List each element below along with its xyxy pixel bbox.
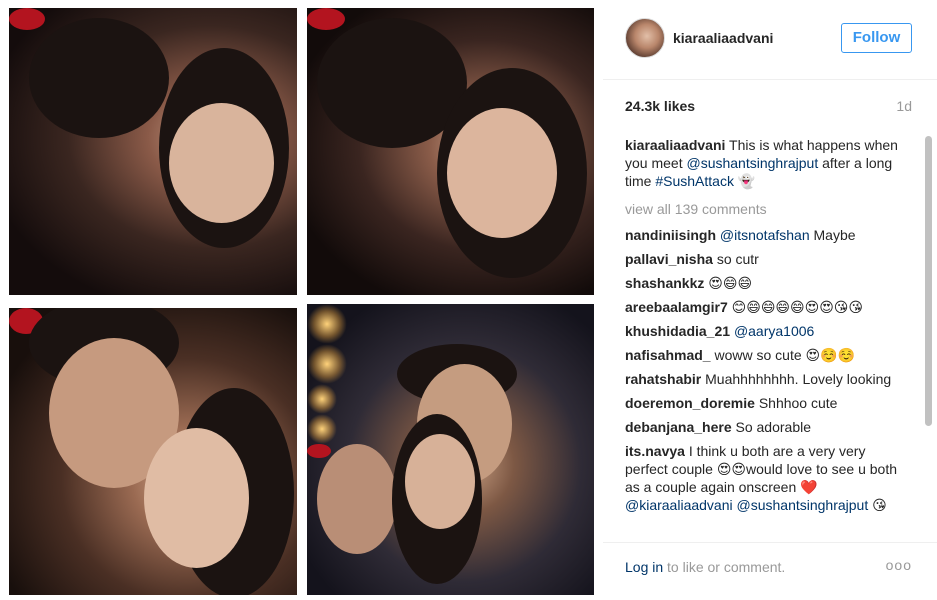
comment-item: its.navya I think u both are a very very… bbox=[625, 442, 901, 514]
photo-top-right bbox=[307, 8, 594, 295]
comment-item: khushidadia_21 @aarya1006 bbox=[625, 322, 901, 340]
comment-item: pallavi_nisha so cutr bbox=[625, 250, 901, 268]
photo-bottom-right bbox=[307, 304, 594, 595]
kiss-emoji-icon: 😘 bbox=[872, 497, 887, 513]
lips-shape bbox=[9, 8, 45, 30]
comments-list[interactable]: kiaraaliaadvani This is what happens whe… bbox=[625, 136, 901, 534]
comment-mention-link[interactable]: @kiaraaliaadvani bbox=[625, 497, 733, 513]
comment-mention-link[interactable]: @itsnotafshan bbox=[720, 227, 810, 243]
face-shape bbox=[405, 434, 475, 529]
comments-scrollbar[interactable] bbox=[925, 136, 932, 534]
username-link[interactable]: kiaraaliaadvani bbox=[673, 30, 773, 46]
caption-hashtag-link[interactable]: #SushAttack bbox=[655, 173, 734, 189]
comment-text: Maybe bbox=[813, 227, 856, 243]
comment-username[interactable]: doeremon_doremie bbox=[625, 395, 755, 411]
ghost-icon: 👻 bbox=[737, 173, 756, 189]
comment-username[interactable]: shashankkz bbox=[625, 275, 704, 291]
comment-text: 😊😄😄😄😄😍😍😘😘 bbox=[731, 299, 863, 315]
caption-mention-link[interactable]: @sushantsinghrajput bbox=[686, 155, 818, 171]
post-header: kiaraaliaadvani Follow bbox=[603, 0, 937, 80]
comment-item: shashankkz 😍😄😄 bbox=[625, 274, 901, 292]
post-time[interactable]: 1d bbox=[896, 98, 912, 114]
hair-shape bbox=[29, 18, 169, 138]
caption-username[interactable]: kiaraaliaadvani bbox=[625, 137, 725, 153]
comment-username[interactable]: nandiniisingh bbox=[625, 227, 716, 243]
face-shape bbox=[317, 444, 397, 554]
likes-count[interactable]: 24.3k likes bbox=[625, 98, 695, 114]
light-shape bbox=[307, 304, 347, 344]
comment-text: so cutr bbox=[716, 251, 759, 267]
lips-shape bbox=[307, 444, 331, 458]
comment-text: woww so cute 😍☺️☺️ bbox=[714, 347, 855, 363]
login-link[interactable]: Log in bbox=[625, 559, 663, 575]
comment-item: nafisahmad_ woww so cute 😍☺️☺️ bbox=[625, 346, 901, 364]
comment-item: nandiniisingh @itsnotafshan Maybe bbox=[625, 226, 901, 244]
comment-username[interactable]: pallavi_nisha bbox=[625, 251, 713, 267]
photo-top-left bbox=[9, 8, 297, 295]
face-shape bbox=[144, 428, 249, 568]
comment-item: rahatshabir Muahhhhhhhh. Lovely looking bbox=[625, 370, 901, 388]
light-shape bbox=[307, 414, 337, 444]
login-prompt: Log in to like or comment. bbox=[625, 559, 785, 575]
comment-mention-link[interactable]: @sushantsinghrajput bbox=[737, 497, 869, 513]
comment-text: So adorable bbox=[735, 419, 812, 435]
comment-text: Shhhoo cute bbox=[758, 395, 838, 411]
comment-username[interactable]: khushidadia_21 bbox=[625, 323, 730, 339]
view-all-comments-link[interactable]: view all 139 comments bbox=[625, 200, 901, 218]
lips-shape bbox=[307, 8, 345, 30]
comment-username[interactable]: its.navya bbox=[625, 443, 685, 459]
comment-item: areebaalamgir7 😊😄😄😄😄😍😍😘😘 bbox=[625, 298, 901, 316]
face-shape bbox=[169, 103, 274, 223]
comment-username[interactable]: rahatshabir bbox=[625, 371, 701, 387]
post-photo-collage[interactable] bbox=[0, 0, 603, 600]
comment-item: debanjana_here So adorable bbox=[625, 418, 901, 436]
comment-text: Muahhhhhhhh. Lovely looking bbox=[705, 371, 892, 387]
comment-username[interactable]: debanjana_here bbox=[625, 419, 732, 435]
post-details-panel: kiaraaliaadvani Follow 24.3k likes 1d ki… bbox=[603, 0, 937, 600]
comment-username[interactable]: areebaalamgir7 bbox=[625, 299, 728, 315]
login-prompt-text: to like or comment. bbox=[663, 559, 786, 575]
light-shape bbox=[307, 384, 337, 414]
avatar[interactable] bbox=[625, 18, 665, 58]
comment-item: doeremon_doremie Shhhoo cute bbox=[625, 394, 901, 412]
photo-bottom-left bbox=[9, 308, 297, 595]
light-shape bbox=[307, 344, 347, 384]
comment-text: 😍😄😄 bbox=[708, 275, 753, 291]
face-shape bbox=[447, 108, 557, 238]
caption: kiaraaliaadvani This is what happens whe… bbox=[625, 136, 901, 190]
follow-button[interactable]: Follow bbox=[841, 23, 912, 53]
comment-username[interactable]: nafisahmad_ bbox=[625, 347, 711, 363]
comment-mention-link[interactable]: @aarya1006 bbox=[734, 323, 814, 339]
more-options-icon[interactable]: ooo bbox=[886, 557, 912, 573]
post-footer: Log in to like or comment. ooo bbox=[603, 542, 937, 600]
scrollbar-thumb[interactable] bbox=[925, 136, 932, 426]
